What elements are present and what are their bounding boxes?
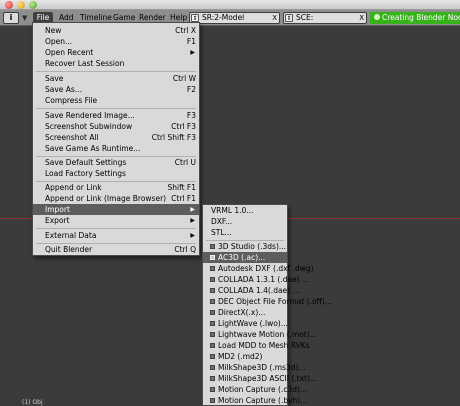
import-item-directx[interactable]: DirectX(.x)...: [203, 307, 287, 318]
progress-icon: [374, 14, 380, 20]
import-item-lightwave[interactable]: LightWave (.lwo)...: [203, 318, 288, 329]
import-item-bvh[interactable]: Motion Capture (.bvh)...: [203, 395, 307, 406]
python-script-icon: [210, 365, 215, 370]
python-script-icon: [210, 321, 215, 326]
menu-item-load-factory-settings[interactable]: Load Factory Settings: [33, 168, 199, 179]
python-script-icon: [210, 398, 215, 403]
python-script-icon: [210, 332, 215, 337]
import-item-c3d[interactable]: Motion Capture (.c3d)...: [203, 384, 307, 395]
import-submenu: VRML 1.0... DXF... STL... 3D Studio (.3d…: [202, 204, 332, 406]
import-item-3ds[interactable]: 3D Studio (.3ds)...: [203, 241, 287, 252]
import-item-load-mdd[interactable]: Load MDD to Mesh RVKs: [203, 340, 310, 351]
separator: [36, 228, 196, 229]
import-item-milkshape3d[interactable]: MilkShape3D (.ms3d)...: [203, 362, 306, 373]
menu-item-external-data[interactable]: External Data ▶: [33, 230, 199, 241]
menu-item-recover-last-session[interactable]: Recover Last Session: [33, 58, 199, 69]
menu-item-import[interactable]: Import ▶: [33, 204, 199, 215]
status-message: Creating Blender Nodes.: [370, 12, 460, 24]
delete-screen-icon[interactable]: X: [272, 13, 277, 23]
menu-item-export[interactable]: Export ▶: [33, 215, 199, 226]
menu-item-append-or-link[interactable]: Append or Link Shift F1: [33, 182, 199, 193]
python-script-icon: [210, 277, 215, 282]
python-script-icon: [210, 299, 215, 304]
import-item-dxf[interactable]: DXF...: [203, 216, 287, 227]
import-item-vrml[interactable]: VRML 1.0...: [203, 205, 287, 216]
close-window-button[interactable]: [5, 1, 13, 9]
menu-item-screenshot-all[interactable]: Screenshot All Ctrl Shift F3: [33, 132, 199, 143]
python-script-icon: [210, 288, 215, 293]
python-script-icon: [210, 387, 215, 392]
python-script-icon: [210, 244, 215, 249]
python-script-icon: [210, 343, 215, 348]
status-text: Creating Blender Nodes.: [382, 13, 460, 22]
submenu-arrow-icon: ▶: [190, 232, 195, 239]
python-script-icon: [210, 255, 215, 260]
menu-item-save[interactable]: Save Ctrl W: [33, 73, 199, 84]
screen-name[interactable]: SR:2-Model: [202, 13, 244, 23]
menu-item-open[interactable]: Open... F1: [33, 36, 199, 47]
python-script-icon: [210, 354, 215, 359]
import-item-milkshape3d-ascii[interactable]: MilkShape3D ASCII (.txt)...: [203, 373, 317, 384]
menu-item-new[interactable]: New Ctrl X: [33, 25, 199, 36]
zoom-window-button[interactable]: [29, 1, 37, 9]
editor-type-button[interactable]: i: [3, 12, 19, 24]
up-down-arrows-icon[interactable]: ⇕: [285, 14, 293, 22]
menu-item-save-rendered-image[interactable]: Save Rendered Image... F3: [33, 110, 199, 121]
import-item-ac3d[interactable]: AC3D (.ac)...: [203, 252, 287, 263]
delete-scene-icon[interactable]: X: [359, 13, 364, 23]
up-down-arrows-icon[interactable]: ⇕: [191, 14, 199, 22]
submenu-arrow-icon: ▶: [190, 206, 195, 213]
python-script-icon: [210, 266, 215, 271]
minimize-window-button[interactable]: [17, 1, 25, 9]
import-item-collada-131[interactable]: COLLADA 1.3.1 (.dae) ...: [203, 274, 309, 285]
python-script-icon: [210, 310, 215, 315]
import-item-stl[interactable]: STL...: [203, 227, 287, 238]
separator: [36, 108, 196, 109]
menu-item-save-as[interactable]: Save As... F2: [33, 84, 199, 95]
menu-item-save-game-as-runtime[interactable]: Save Game As Runtime...: [33, 143, 199, 154]
import-item-lightwave-motion[interactable]: Lightwave Motion (.mot)...: [203, 329, 317, 340]
menu-item-append-or-link-image-browser[interactable]: Append or Link (Image Browser) Ctrl F1: [33, 193, 199, 204]
python-script-icon: [210, 376, 215, 381]
import-item-collada-14[interactable]: COLLADA 1.4(.dae) ...: [203, 285, 300, 296]
collapse-menu-triangle-icon[interactable]: ▼: [22, 12, 30, 24]
viewport-object-label: (1) Obj: [22, 399, 43, 406]
info-icon: i: [9, 13, 13, 22]
menu-item-quit-blender[interactable]: Quit Blender Ctrl Q: [33, 244, 199, 255]
separator: [36, 71, 196, 72]
submenu-arrow-icon: ▶: [190, 217, 195, 224]
menu-item-open-recent[interactable]: Open Recent ▶: [33, 47, 199, 58]
screen-selector[interactable]: ⇕ SR:2-Model X: [189, 12, 280, 24]
import-item-autodesk-dxf[interactable]: Autodesk DXF (.dxf .dwg): [203, 263, 314, 274]
import-item-dec-off[interactable]: DEC Object File Format (.off)...: [203, 296, 332, 307]
scene-name[interactable]: SCE:: [296, 13, 313, 23]
scene-selector[interactable]: ⇕ SCE: X: [283, 12, 367, 24]
menu-item-compress-file[interactable]: Compress File: [33, 95, 199, 106]
menu-item-save-default-settings[interactable]: Save Default Settings Ctrl U: [33, 157, 199, 168]
submenu-arrow-icon: ▶: [190, 49, 195, 56]
import-item-md2[interactable]: MD2 (.md2): [203, 351, 287, 362]
file-menu: New Ctrl X Open... F1 Open Recent ▶ Recover…: [32, 22, 200, 256]
window-title-bar: [0, 0, 460, 10]
menu-item-screenshot-subwindow[interactable]: Screenshot Subwindow Ctrl F3: [33, 121, 199, 132]
